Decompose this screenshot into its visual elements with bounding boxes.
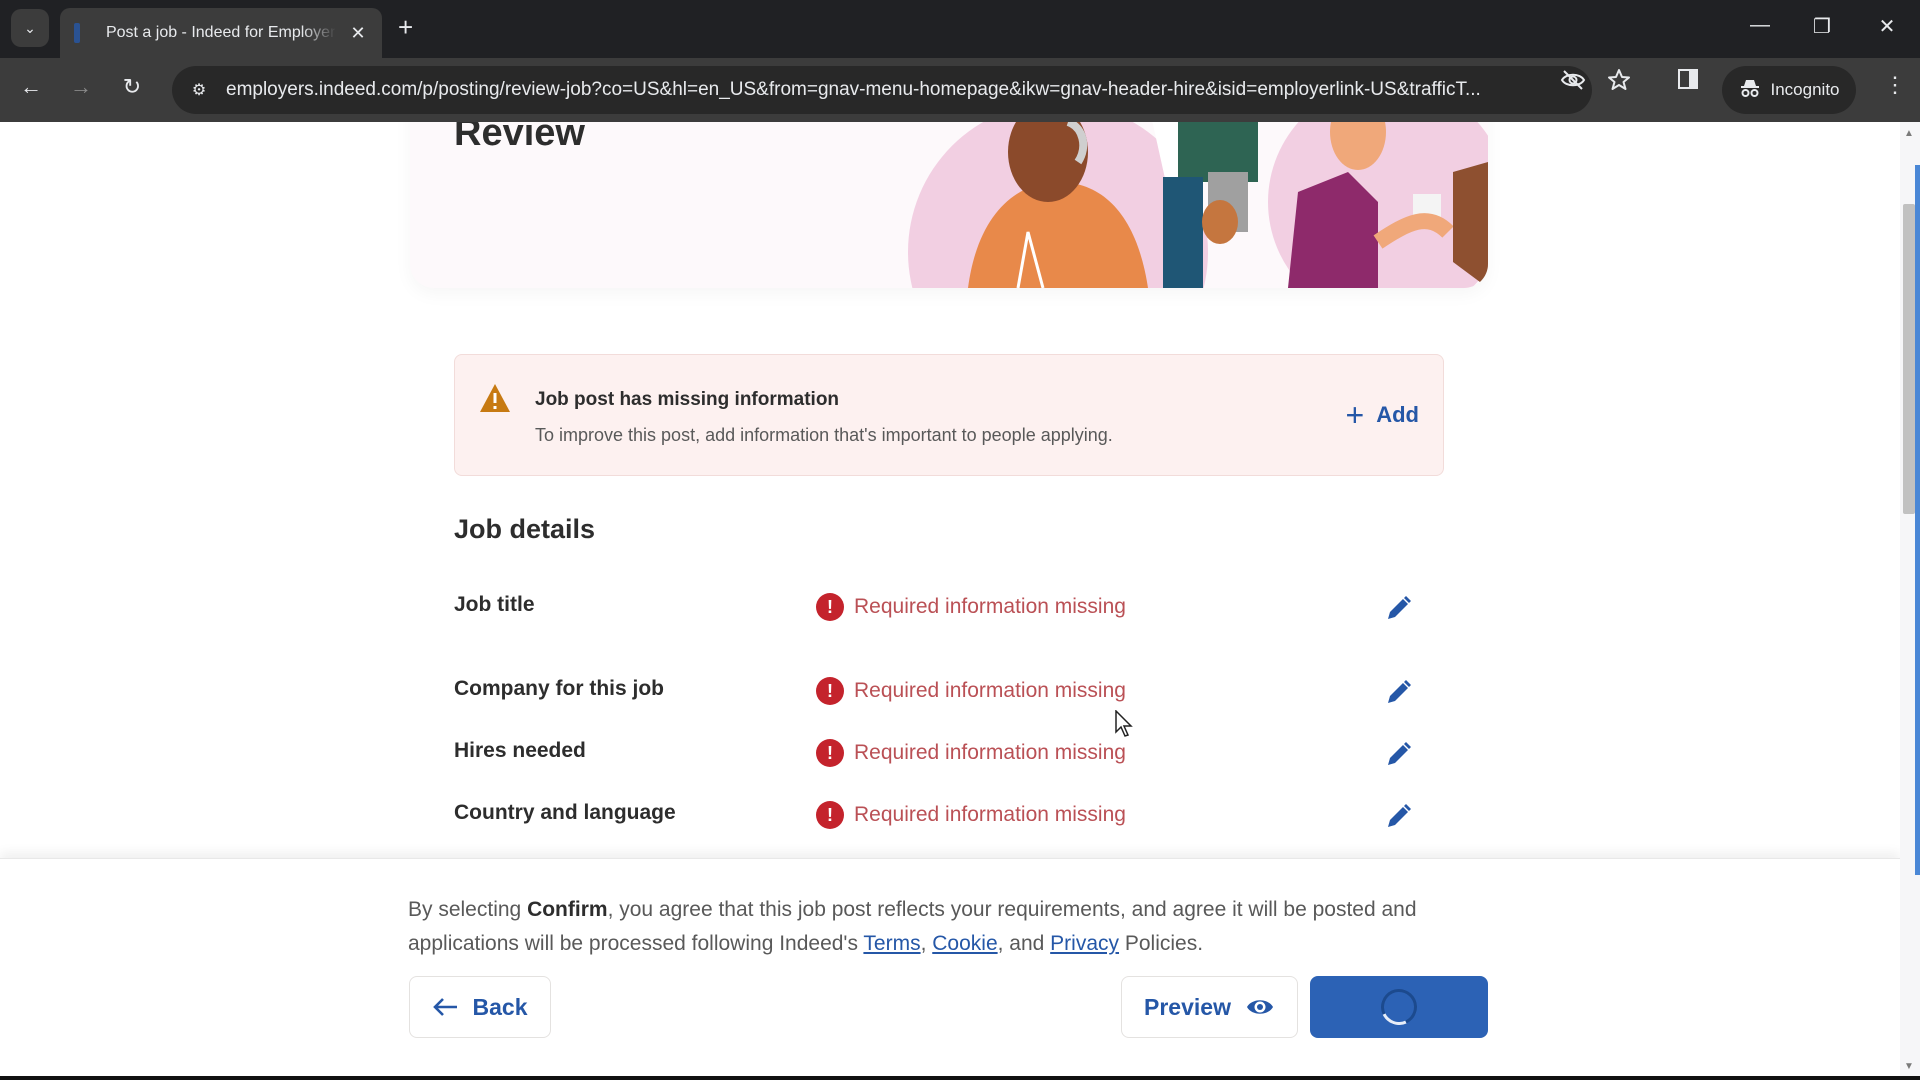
new-tab-button[interactable]: + (398, 12, 413, 43)
privacy-link[interactable]: Privacy (1050, 932, 1119, 955)
browser-toolbar: ← → ↻ ⚙ employers.indeed.com/p/posting/r… (0, 58, 1920, 122)
back-label: Back (472, 993, 528, 1020)
scroll-up-arrow-icon[interactable]: ▲ (1904, 128, 1914, 139)
status-text: Required information missing (854, 595, 1126, 618)
consent-prefix: By selecting (408, 898, 528, 921)
consent-text: By selecting Confirm, you agree that thi… (408, 893, 1498, 961)
status-text: Required information missing (854, 741, 1126, 764)
edit-pencil-icon[interactable] (1382, 739, 1414, 771)
detail-status: ! Required information missing (816, 677, 1126, 705)
detail-status: ! Required information missing (816, 739, 1126, 767)
page-title: Review (454, 122, 585, 154)
detail-status: ! Required information missing (816, 593, 1126, 621)
job-details-heading: Job details (454, 514, 596, 544)
status-text: Required information missing (854, 679, 1126, 702)
preview-button[interactable]: Preview (1121, 976, 1298, 1038)
edit-pencil-icon[interactable] (1382, 593, 1414, 625)
tab-search-button[interactable]: ⌄ (11, 9, 49, 47)
window-close-icon[interactable]: ✕ (1867, 14, 1907, 39)
chevron-down-icon: ⌄ (24, 19, 36, 36)
detail-label: Hires needed (454, 739, 586, 762)
site-settings-icon[interactable]: ⚙ (186, 80, 212, 100)
forward-nav-icon[interactable]: → (66, 74, 96, 100)
consent-suffix: Policies. (1119, 932, 1204, 955)
scrollbar-thumb[interactable] (1903, 204, 1915, 514)
detail-label: Country and language (454, 801, 676, 824)
incognito-indicator[interactable]: Incognito (1722, 66, 1856, 114)
detail-row-company: Company for this job ! Required informat… (454, 673, 1414, 713)
back-button[interactable]: Back (409, 976, 551, 1038)
url-text[interactable]: employers.indeed.com/p/posting/review-jo… (226, 79, 1556, 101)
bookmark-star-icon[interactable] (1607, 68, 1631, 98)
terms-link[interactable]: Terms (863, 932, 920, 955)
plus-icon: + (1345, 397, 1365, 433)
detail-label: Job title (454, 593, 535, 616)
bottom-border (0, 1076, 1920, 1080)
browser-tab-active[interactable]: Post a job - Indeed for Employers ✕ (60, 8, 382, 58)
reload-icon[interactable]: ↻ (117, 74, 147, 100)
mouse-cursor-icon (1115, 710, 1133, 737)
status-text: Required information missing (854, 803, 1126, 826)
eye-icon (1246, 1000, 1273, 1014)
alert-title: Job post has missing information (535, 389, 840, 410)
incognito-icon (1739, 77, 1761, 104)
side-panel-icon[interactable] (1677, 68, 1699, 96)
focus-edge-indicator (1915, 165, 1920, 875)
add-info-button[interactable]: + Add (1346, 399, 1419, 431)
detail-row-hires-needed: Hires needed ! Required information miss… (454, 735, 1414, 775)
error-icon: ! (816, 593, 844, 621)
back-nav-icon[interactable]: ← (16, 74, 46, 100)
scroll-down-arrow-icon[interactable]: ▼ (1904, 1061, 1914, 1072)
browser-tab-bar: ⌄ Post a job - Indeed for Employers ✕ + … (0, 0, 1920, 58)
loading-spinner-icon (1375, 983, 1423, 1031)
arrow-left-icon (432, 998, 457, 1016)
edit-pencil-icon[interactable] (1382, 801, 1414, 833)
browser-menu-icon[interactable]: ⋮ (1884, 72, 1906, 98)
separator: , (920, 932, 933, 955)
detail-label: Company for this job (454, 677, 664, 700)
page-content: Review Job post has missing information … (0, 122, 1900, 1080)
warning-triangle-icon (480, 384, 510, 412)
confirm-button[interactable] (1310, 976, 1488, 1038)
cookie-link[interactable]: Cookie (932, 932, 997, 955)
separator: , and (997, 932, 1051, 955)
error-icon: ! (816, 739, 844, 767)
missing-info-alert: Job post has missing information To impr… (454, 354, 1444, 476)
preview-label: Preview (1144, 993, 1231, 1020)
error-icon: ! (816, 677, 844, 705)
minimize-icon[interactable]: — (1740, 14, 1780, 37)
review-hero-banner: Review (410, 122, 1488, 288)
incognito-label: Incognito (1770, 80, 1840, 99)
indeed-favicon-icon (74, 23, 80, 43)
alert-body: To improve this post, add information th… (535, 425, 1113, 445)
detail-status: ! Required information missing (816, 801, 1126, 829)
address-bar[interactable]: ⚙ employers.indeed.com/p/posting/review-… (172, 66, 1592, 114)
tab-title: Post a job - Indeed for Employers (105, 24, 337, 41)
people-illustration (908, 122, 1488, 288)
edit-pencil-icon[interactable] (1382, 677, 1414, 709)
add-label: Add (1376, 402, 1419, 427)
detail-row-country-language: Country and language ! Required informat… (454, 797, 1414, 837)
detail-row-job-title: Job title ! Required information missing (454, 589, 1414, 629)
error-icon: ! (816, 801, 844, 829)
tab-close-icon[interactable]: ✕ (348, 23, 368, 44)
eye-slash-icon[interactable] (1560, 68, 1586, 98)
restore-icon[interactable]: ❐ (1802, 14, 1842, 39)
consent-confirm-bold: Confirm (527, 898, 608, 921)
confirm-footer: By selecting Confirm, you agree that thi… (0, 858, 1900, 1080)
